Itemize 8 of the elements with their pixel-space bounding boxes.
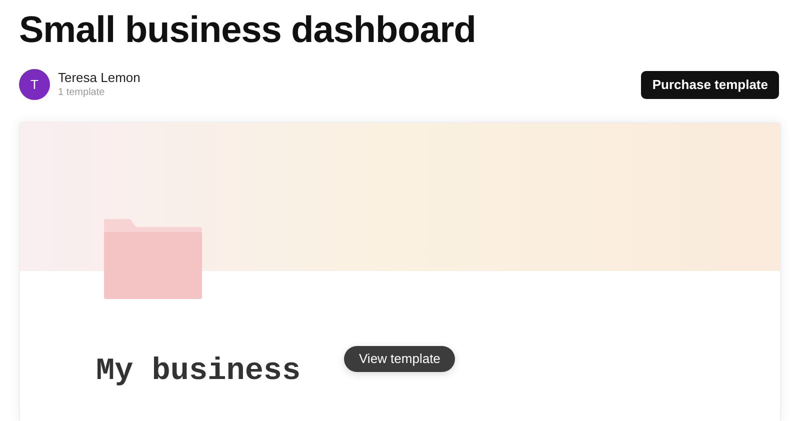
- avatar: T: [19, 69, 50, 100]
- purchase-button[interactable]: Purchase template: [641, 70, 779, 98]
- preview-heading: My business: [96, 353, 301, 391]
- folder-icon: [104, 219, 202, 299]
- template-count: 1 template: [58, 86, 106, 100]
- view-template-button[interactable]: View template: [344, 346, 456, 372]
- page-title: Small business dashboard: [19, 8, 476, 52]
- author-name[interactable]: Teresa Lemon: [58, 70, 140, 86]
